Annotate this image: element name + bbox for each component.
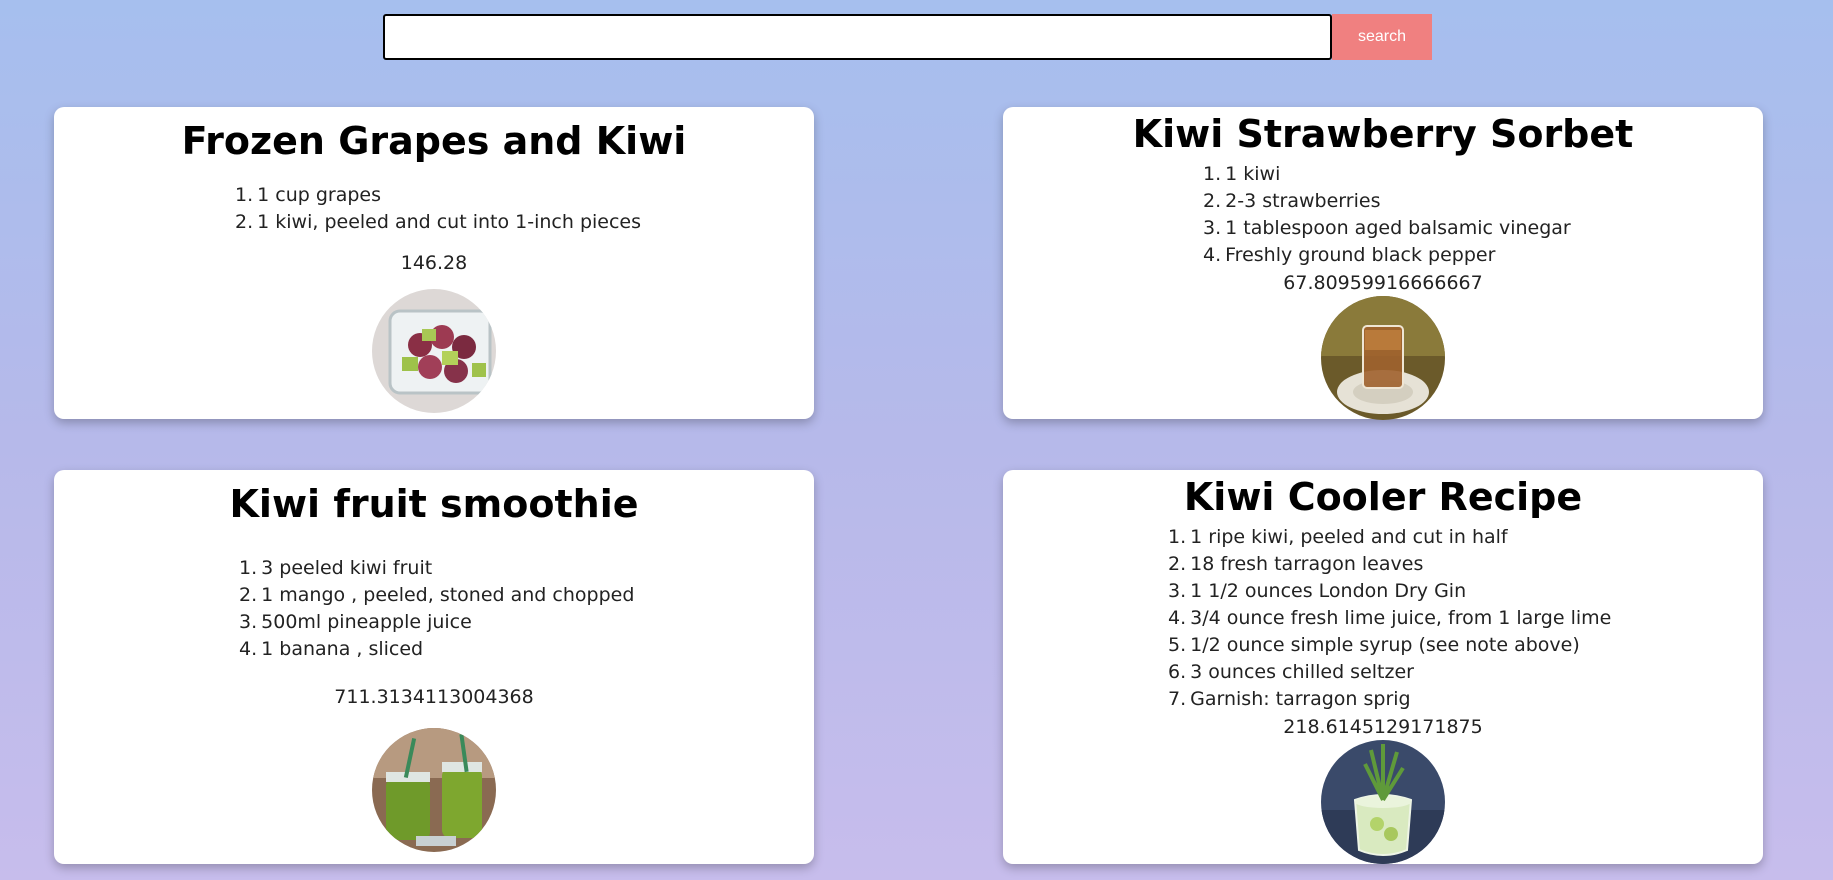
ingredient-item: 1. 1 cup grapes: [235, 184, 382, 206]
ingredient-item: 3. 1 tablespoon aged balsamic vinegar: [1203, 217, 1571, 239]
ingredient-item: 6. 3 ounces chilled seltzer: [1168, 661, 1414, 683]
recipe-image: [1321, 296, 1445, 420]
ingredient-item: 1. 1 kiwi: [1203, 163, 1281, 185]
recipe-card: Kiwi Strawberry Sorbet 1. 1 kiwi 2. 2-3 st…: [1003, 107, 1763, 420]
ingredient-item: 2. 18 fresh tarragon leaves: [1168, 553, 1424, 575]
ingredient-list: 1. 1 cup grapes 2. 1 kiwi, peeled and cut …: [235, 182, 641, 236]
recipe-card: Frozen Grapes and Kiwi 1. 1 cup grapes 2.…: [54, 107, 814, 419]
ingredient-item: 1. 1 ripe kiwi, peeled and cut in half: [1168, 526, 1508, 548]
ingredient-item: 4. 1 banana , sliced: [239, 638, 424, 660]
search-bar: search: [383, 14, 1432, 60]
ingredient-list: 1. 1 kiwi 2. 2-3 strawberries 3. 1 tablespo…: [1203, 161, 1571, 269]
recipe-card: Kiwi Cooler Recipe 1. 1 ripe kiwi, peeled…: [1003, 470, 1763, 864]
ingredient-item: 2. 2-3 strawberries: [1203, 190, 1381, 212]
ingredient-item: 7. Garnish: tarragon sprig: [1168, 688, 1411, 710]
ingredient-list: 1. 3 peeled kiwi fruit 2. 1 mango , peeled…: [239, 555, 634, 663]
recipe-value: 218.6145129171875: [1283, 716, 1483, 738]
ingredient-item: 3. 1 1/2 ounces London Dry Gin: [1168, 580, 1467, 602]
ingredient-item: 2. 1 mango , peeled, stoned and chopped: [239, 584, 635, 606]
ingredient-item: 4. 3/4 ounce fresh lime juice, from 1 lar…: [1168, 607, 1612, 629]
recipe-value: 146.28: [400, 252, 468, 274]
ingredient-item: 3. 500ml pineapple juice: [239, 611, 472, 633]
search-input[interactable]: [383, 14, 1332, 60]
ingredient-item: 1. 3 peeled kiwi fruit: [239, 557, 433, 579]
recipe-image: [1321, 740, 1445, 864]
recipe-title: Kiwi Cooler Recipe: [1183, 475, 1583, 519]
recipe-title: Kiwi Strawberry Sorbet: [1132, 112, 1634, 156]
recipe-value: 67.80959916666667: [1283, 272, 1483, 294]
recipe-card: Kiwi fruit smoothie 1. 3 peeled kiwi frui…: [54, 470, 814, 864]
recipe-title: Kiwi fruit smoothie: [229, 482, 639, 526]
ingredient-list: 1. 1 ripe kiwi, peeled and cut in half 2.…: [1168, 524, 1611, 713]
search-button[interactable]: search: [1332, 14, 1432, 60]
recipe-image: [372, 289, 496, 413]
recipe-image: [372, 728, 496, 852]
ingredient-item: 4. Freshly ground black pepper: [1203, 244, 1496, 266]
ingredient-item: 2. 1 kiwi, peeled and cut into 1-inch pie…: [235, 211, 642, 233]
ingredient-item: 5. 1/2 ounce simple syrup (see note above…: [1168, 634, 1580, 656]
recipe-title: Frozen Grapes and Kiwi: [181, 119, 687, 163]
recipe-value: 711.3134113004368: [334, 686, 534, 708]
